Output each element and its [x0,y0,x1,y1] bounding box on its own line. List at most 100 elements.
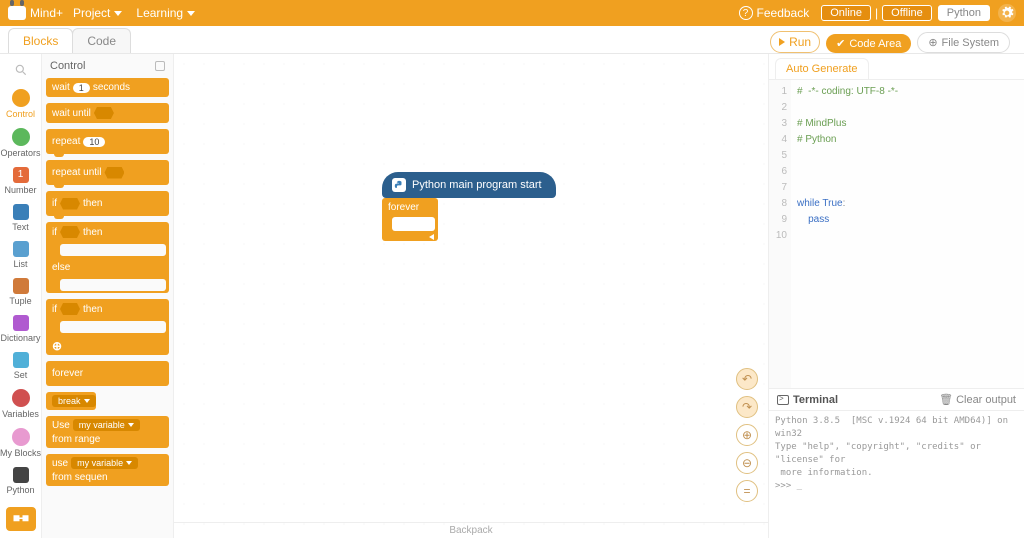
block-if-then-plus[interactable]: if then ⊕ [46,299,169,355]
block-text: seconds [93,82,130,93]
block-text: then [83,198,102,209]
logo-icon [8,6,26,20]
block-text: if [52,227,57,238]
block-if-then[interactable]: if then [46,191,169,216]
block-repeat-until[interactable]: repeat until [46,160,169,185]
block-text: from sequen [52,472,108,483]
undo-button[interactable]: ↶ [736,368,758,390]
category-variables[interactable]: Variables [0,386,41,425]
block-repeat[interactable]: repeat 10 [46,129,169,154]
category-column: Control Operators 1Number Text List Tupl… [0,54,42,538]
block-text: Use [52,420,70,431]
block-forever-instance[interactable]: forever [382,198,438,241]
feedback-label: Feedback [757,6,810,20]
script-stack[interactable]: Python main program start forever [382,172,556,241]
loop-arrow-icon [382,231,438,241]
category-set[interactable]: Set [0,349,41,386]
block-palette: Control wait 1 seconds wait until repeat… [42,54,174,538]
terminal-output[interactable]: Python 3.8.5 [MSC v.1924 64 bit AMD64)] … [769,411,1024,538]
code-area-label: Code Area [849,38,901,50]
code-area-button[interactable]: ✔ Code Area [826,34,911,53]
hat-block-main[interactable]: Python main program start [382,172,556,198]
caret-down-icon [84,399,90,403]
code-editor[interactable]: 1 2 3 4 5 6 7 8 9 10 # -*- coding: UTF-8… [769,80,1024,388]
file-system-button[interactable]: ⊕ File System [917,32,1010,53]
category-control[interactable]: Control [0,86,41,125]
tab-code[interactable]: Code [72,28,131,53]
search-button[interactable] [11,60,31,80]
view-tab-bar: Blocks Code Run ✔ Code Area ⊕ File Syste… [0,26,1024,54]
block-input[interactable]: 1 [73,83,90,93]
block-c-slot[interactable] [392,217,435,231]
redo-button[interactable]: ↷ [736,396,758,418]
menu-project-label: Project [73,6,110,20]
block-forever[interactable]: forever [46,361,169,386]
block-dropdown[interactable]: break [52,395,96,407]
category-label: List [0,259,41,269]
block-text: if [52,198,57,209]
trash-icon: 🗑 [939,393,953,406]
menu-learning-label: Learning [136,6,183,20]
block-use-sequence[interactable]: use my variable from sequen [46,454,169,486]
zoom-in-button[interactable]: ⊕ [736,424,758,446]
menu-project[interactable]: Project [73,6,122,20]
pin-icon[interactable] [155,61,165,71]
caret-down-icon [128,423,134,427]
block-bool-slot[interactable] [60,198,80,210]
block-if-else[interactable]: if then else [46,222,169,293]
clear-output-button[interactable]: 🗑 Clear output [939,393,1016,406]
category-my-blocks[interactable]: My Blocks [0,425,41,464]
block-text: from range [52,434,100,445]
script-canvas[interactable]: Python main program start forever ↶ ↷ ⊕ … [174,54,768,538]
caret-down-icon [126,461,132,465]
right-panel: Auto Generate 1 2 3 4 5 6 7 8 9 10 # -*-… [768,54,1024,538]
run-button[interactable]: Run [770,31,820,53]
block-input[interactable]: 10 [83,137,105,147]
python-icon [392,178,406,192]
check-icon: ✔ [836,37,845,50]
extensions-button[interactable] [6,507,36,531]
block-text: then [83,304,102,315]
category-list[interactable]: List [0,238,41,275]
category-label: Number [0,185,41,195]
code-tabs: Auto Generate [769,54,1024,80]
canvas-controls: ↶ ↷ ⊕ ⊖ = [736,368,758,502]
mode-online-button[interactable]: Online [821,5,871,21]
category-label: Text [0,222,41,232]
block-bool-slot[interactable] [60,226,80,238]
mode-separator: | [875,6,878,20]
block-break[interactable]: break [46,392,96,410]
block-dropdown[interactable]: my variable [71,457,138,469]
mode-offline-button[interactable]: Offline [882,5,932,21]
block-bool-slot[interactable] [104,167,124,179]
category-label: Python [0,485,41,495]
block-bool-slot[interactable] [94,107,114,119]
category-number[interactable]: 1Number [0,164,41,201]
block-wait-seconds[interactable]: wait 1 seconds [46,78,169,97]
block-bool-slot[interactable] [60,303,80,315]
language-pill[interactable]: Python [938,5,990,21]
block-wait-until[interactable]: wait until [46,103,169,123]
category-text[interactable]: Text [0,201,41,238]
category-operators[interactable]: Operators [0,125,41,164]
question-icon: ? [739,6,753,20]
terminal-title: Terminal [793,394,838,406]
block-dropdown[interactable]: my variable [73,419,140,431]
tab-blocks[interactable]: Blocks [8,28,73,53]
menu-learning[interactable]: Learning [136,6,195,20]
run-label: Run [789,35,811,49]
backpack-drawer[interactable]: Backpack [174,522,768,538]
zoom-out-button[interactable]: ⊖ [736,452,758,474]
feedback-link[interactable]: ? Feedback [739,6,810,20]
tab-auto-generate[interactable]: Auto Generate [775,58,869,79]
category-dictionary[interactable]: Dictionary [0,312,41,349]
plus-icon[interactable]: ⊕ [52,339,62,353]
terminal-icon [777,395,789,405]
category-python[interactable]: Python [0,464,41,501]
code-content: # -*- coding: UTF-8 -*- # MindPlus # Pyt… [791,80,1024,388]
zoom-reset-button[interactable]: = [736,480,758,502]
settings-button[interactable] [998,4,1016,22]
category-tuple[interactable]: Tuple [0,275,41,312]
block-use-range[interactable]: Use my variable from range [46,416,169,448]
block-text: if [52,304,57,315]
